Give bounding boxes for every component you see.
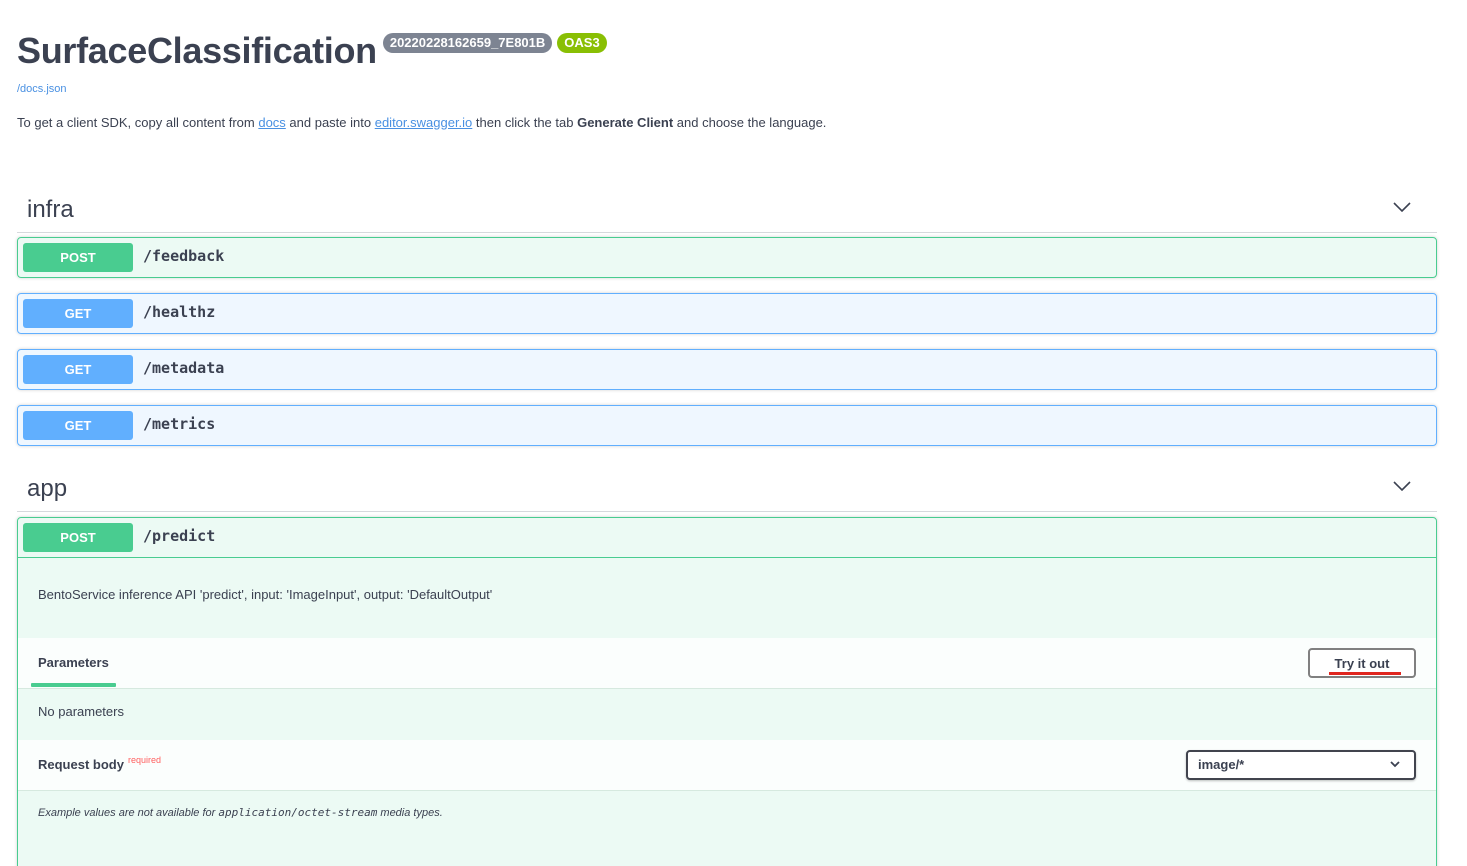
- op-post-feedback[interactable]: POST /feedback: [17, 237, 1437, 278]
- method-badge: GET: [23, 299, 133, 328]
- tag-name-infra: infra: [27, 196, 74, 223]
- request-body-title: Request body: [38, 757, 124, 772]
- method-badge: POST: [23, 243, 133, 272]
- example-note-code: application/octet-stream: [218, 806, 378, 819]
- editor-link[interactable]: editor.swagger.io: [375, 115, 473, 130]
- op-post-predict-expanded: POST /predict BentoService inference API…: [17, 517, 1437, 866]
- request-body-header: Request body required image/*: [18, 740, 1436, 791]
- try-it-out-underline: [1329, 672, 1401, 675]
- op-description: BentoService inference API 'predict', in…: [38, 587, 493, 602]
- tab-active-indicator: [31, 683, 116, 687]
- content-type-select[interactable]: image/*: [1186, 750, 1416, 780]
- tag-infra[interactable]: infra: [17, 185, 1437, 233]
- intro-part1: To get a client SDK, copy all content fr…: [17, 115, 259, 130]
- required-label: required: [128, 755, 162, 765]
- example-note-post: media types.: [377, 807, 443, 819]
- tag-name-app: app: [27, 475, 68, 502]
- generate-client-text: Generate Client: [577, 115, 674, 130]
- example-note-pre: Example values are not available for: [38, 807, 219, 819]
- op-get-metrics[interactable]: GET /metrics: [17, 405, 1437, 446]
- tab-parameters[interactable]: Parameters: [38, 655, 109, 670]
- page-title: SurfaceClassification: [17, 30, 377, 71]
- intro-part4: and choose the language.: [673, 115, 827, 130]
- parameters-header: Parameters Try it out: [18, 638, 1436, 689]
- op-path: /metrics: [143, 415, 216, 433]
- docs-json-link[interactable]: /docs.json: [17, 83, 607, 95]
- try-it-out-button[interactable]: Try it out: [1308, 648, 1416, 678]
- intro-part3: then click the tab: [472, 115, 578, 130]
- intro-text: To get a client SDK, copy all content fr…: [17, 115, 826, 130]
- tag-app[interactable]: app: [17, 464, 1437, 512]
- method-badge: GET: [23, 355, 133, 384]
- oas-badge: OAS3: [557, 33, 607, 53]
- chevron-down-icon[interactable]: [1393, 202, 1411, 212]
- content-type-value: image/*: [1198, 757, 1245, 772]
- op-post-predict[interactable]: POST /predict: [18, 518, 1436, 558]
- op-path: /feedback: [143, 247, 225, 265]
- op-path: /predict: [143, 527, 216, 545]
- intro-part2: and paste into: [285, 115, 375, 130]
- no-parameters-text: No parameters: [38, 704, 124, 719]
- chevron-down-icon[interactable]: [1393, 481, 1411, 491]
- chevron-down-icon: [1390, 761, 1400, 768]
- method-badge: POST: [23, 523, 133, 552]
- op-get-metadata[interactable]: GET /metadata: [17, 349, 1437, 390]
- try-it-out-label: Try it out: [1334, 655, 1390, 671]
- example-note: Example values are not available for app…: [38, 806, 443, 819]
- docs-link[interactable]: docs: [258, 115, 285, 130]
- info-header: SurfaceClassification 20220228162659_7E8…: [17, 28, 607, 95]
- method-badge: GET: [23, 411, 133, 440]
- title-row: SurfaceClassification 20220228162659_7E8…: [17, 28, 607, 74]
- op-path: /metadata: [143, 359, 225, 377]
- version-badge: 20220228162659_7E801B: [382, 33, 553, 53]
- op-get-healthz[interactable]: GET /healthz: [17, 293, 1437, 334]
- op-path: /healthz: [143, 303, 216, 321]
